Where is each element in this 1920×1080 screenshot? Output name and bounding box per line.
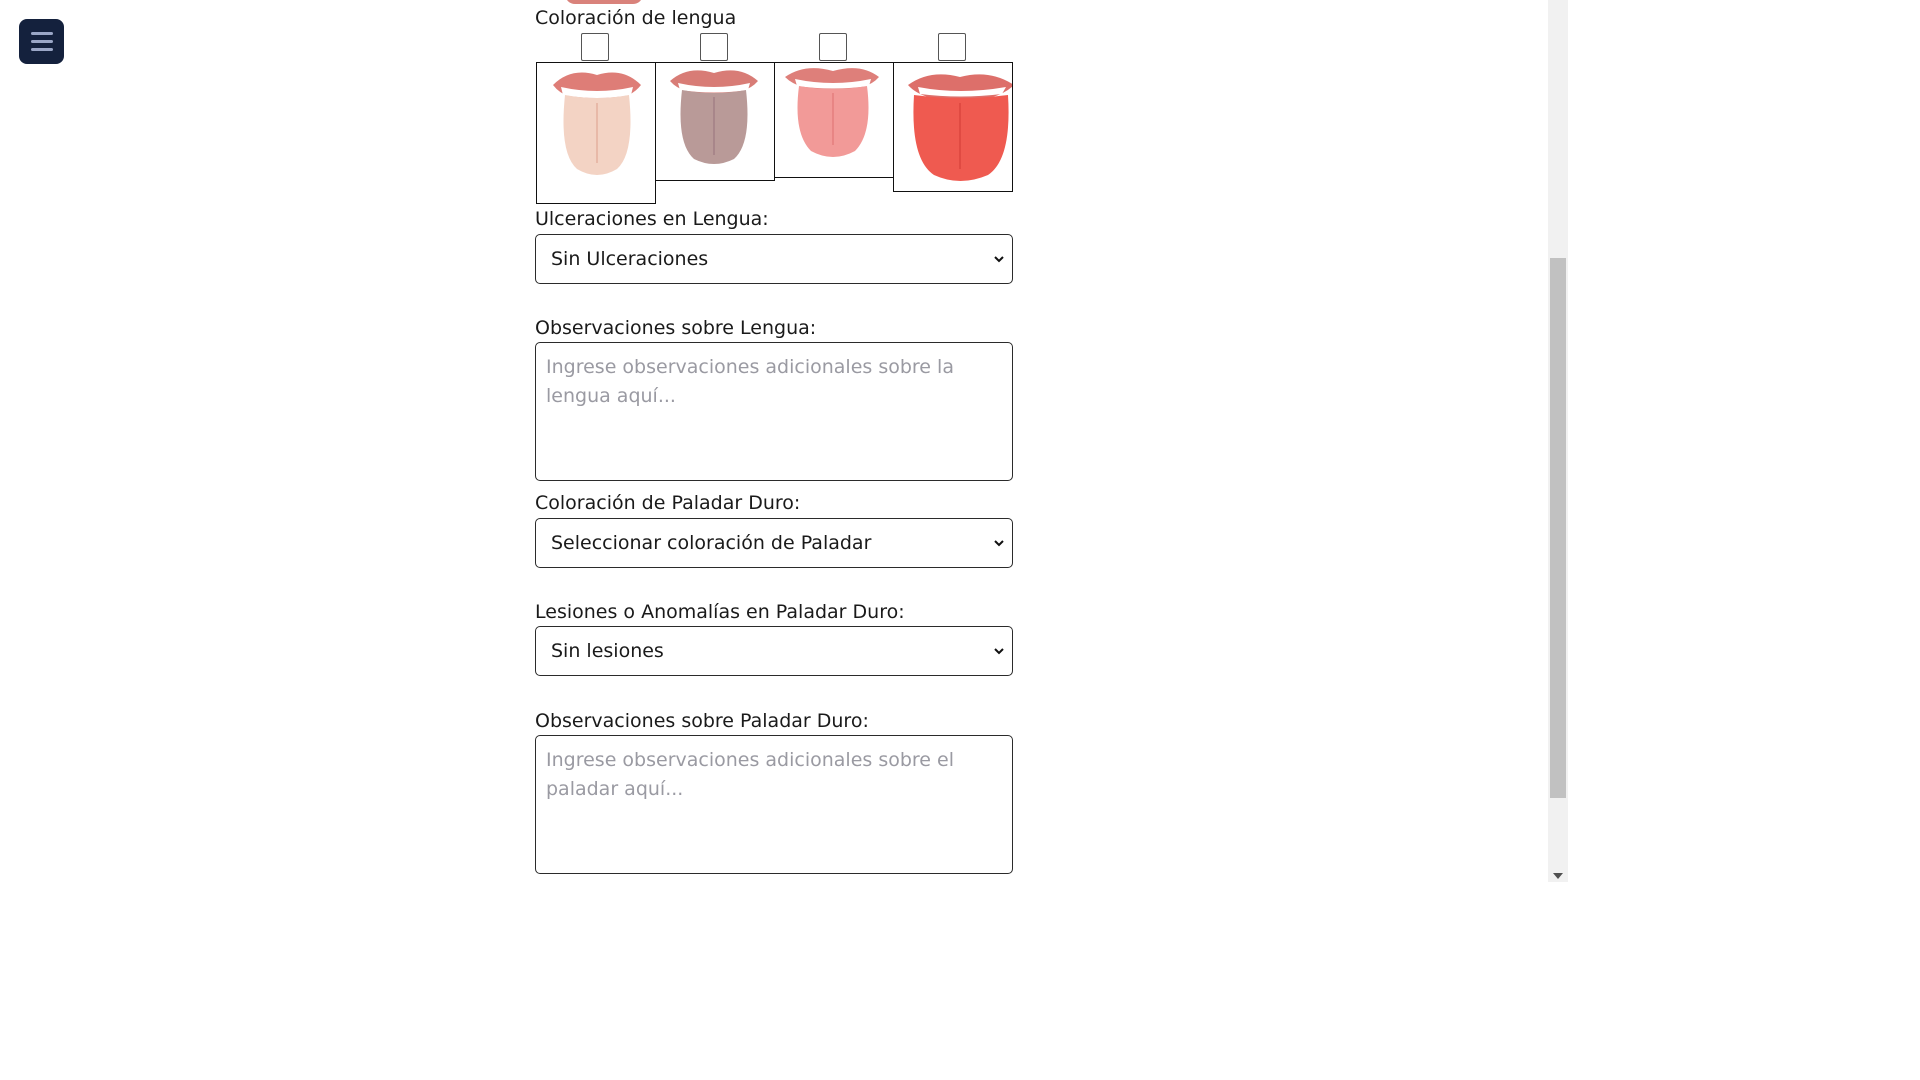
palate-lesions-select[interactable]: Sin lesiones	[535, 626, 1013, 676]
palate-color-selected-value: Seleccionar coloración de Paladar	[551, 532, 872, 554]
palate-lesions-label: Lesiones o Anomalías en Paladar Duro:	[535, 601, 905, 623]
pale-tongue-image[interactable]	[536, 62, 656, 204]
tongue-color-options	[535, 32, 1013, 207]
red-tongue-image[interactable]	[893, 62, 1013, 192]
ulcerations-select[interactable]: Sin Ulceraciones	[535, 234, 1013, 284]
palate-color-select[interactable]: Seleccionar coloración de Paladar	[535, 518, 1013, 568]
palate-lesions-selected-value: Sin lesiones	[551, 640, 664, 662]
chevron-down-icon	[994, 648, 1004, 655]
ulcerations-selected-value: Sin Ulceraciones	[551, 248, 709, 270]
previous-image-edge	[565, 0, 643, 4]
tongue-notes-textarea[interactable]	[535, 342, 1013, 481]
pink-tongue-image[interactable]	[774, 62, 894, 178]
page: Coloración de lengua Ulceraciones en Len…	[0, 0, 1568, 882]
ulcerations-label: Ulceraciones en Lengua:	[535, 208, 769, 230]
tongue-color-checkbox-grey[interactable]	[700, 33, 728, 61]
tongue-notes-label: Observaciones sobre Lengua:	[535, 317, 817, 339]
palate-color-label: Coloración de Paladar Duro:	[535, 492, 801, 514]
hamburger-line	[30, 48, 53, 51]
hamburger-menu-button[interactable]	[19, 19, 64, 64]
chevron-down-icon	[994, 540, 1004, 547]
tongue-color-checkbox-pink[interactable]	[819, 33, 847, 61]
palate-notes-label: Observaciones sobre Paladar Duro:	[535, 710, 869, 732]
tongue-color-checkbox-red[interactable]	[938, 33, 966, 61]
scroll-down-arrow-icon[interactable]	[1553, 873, 1563, 879]
vertical-scrollbar[interactable]	[1548, 0, 1568, 882]
hamburger-menu-icon	[30, 32, 53, 35]
grey-tongue-image[interactable]	[655, 62, 775, 181]
scrollbar-thumb[interactable]	[1550, 258, 1566, 798]
palate-notes-textarea[interactable]	[535, 735, 1013, 874]
chevron-down-icon	[994, 256, 1004, 263]
tongue-color-label: Coloración de lengua	[535, 7, 737, 29]
hamburger-line	[30, 40, 53, 43]
tongue-color-checkbox-pale[interactable]	[581, 33, 609, 61]
